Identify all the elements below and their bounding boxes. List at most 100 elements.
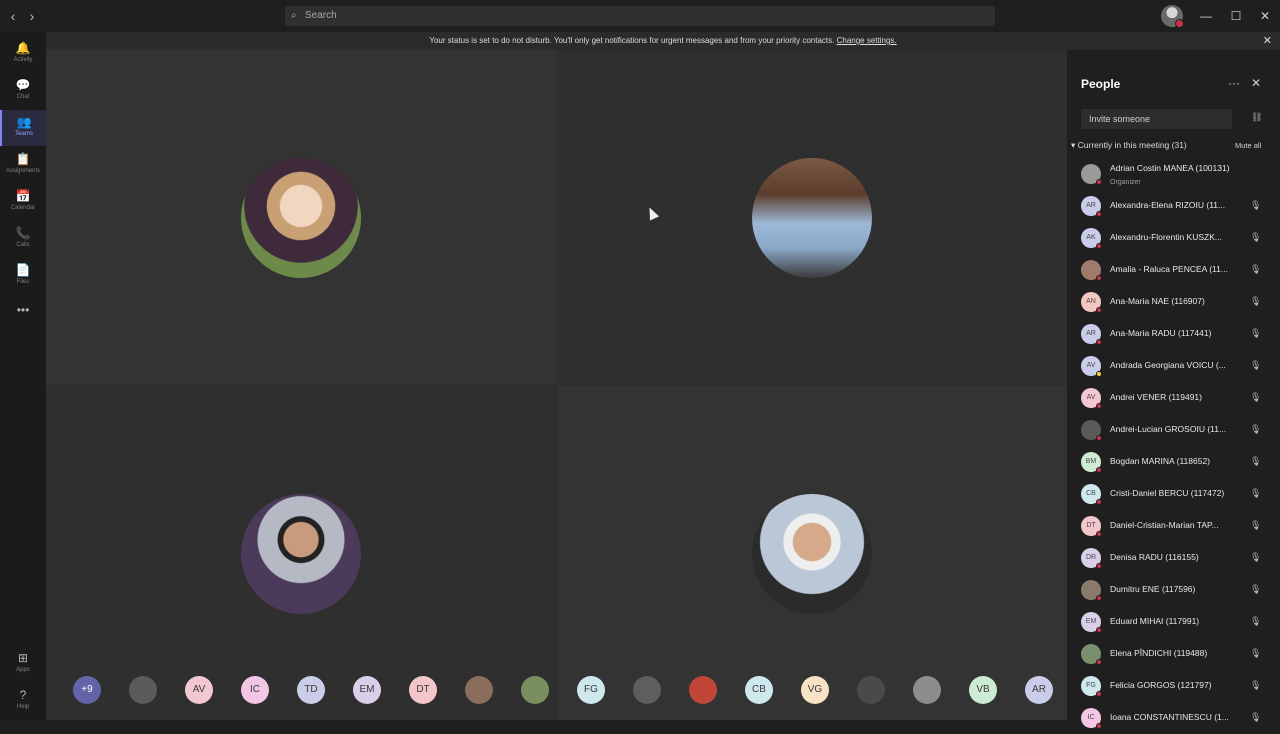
maximize-icon[interactable]: ☐ bbox=[1228, 8, 1244, 24]
rail-item-more[interactable]: ••• bbox=[0, 298, 46, 334]
search-input[interactable]: ⌕ Search bbox=[285, 6, 995, 26]
section-header[interactable]: ▾ Currently in this meeting (31) bbox=[1071, 140, 1187, 151]
rail-item-assignments[interactable]: 📋 Assignments bbox=[0, 147, 46, 183]
panel-close-icon[interactable]: ✕ bbox=[1251, 76, 1261, 90]
mic-muted-icon[interactable]: 🎙 bbox=[1250, 584, 1261, 595]
participant-name: Dumitru ENE (117596) bbox=[1110, 584, 1196, 594]
rail-item-calendar[interactable]: 📅 Calendar bbox=[0, 184, 46, 220]
rail-item-files[interactable]: 📄 Files bbox=[0, 258, 46, 294]
mic-muted-icon[interactable]: 🎙 bbox=[1250, 616, 1261, 627]
mic-muted-icon[interactable]: 🎙 bbox=[1250, 264, 1261, 275]
participant-name: Daniel-Cristian-Marian TAP... bbox=[1110, 520, 1219, 530]
mic-muted-icon[interactable]: 🎙 bbox=[1250, 200, 1261, 211]
participant-row[interactable]: AV Andrada Georgiana VOICU (... 🎙 bbox=[1067, 350, 1280, 382]
video-tile[interactable] bbox=[46, 386, 556, 720]
mic-muted-icon[interactable]: 🎙 bbox=[1250, 648, 1261, 659]
video-tile[interactable] bbox=[557, 50, 1067, 385]
mic-muted-icon[interactable]: 🎙 bbox=[1250, 424, 1261, 435]
participant-row[interactable]: AV Andrei VENER (119491) 🎙 bbox=[1067, 382, 1280, 414]
rail-item-help[interactable]: ? Help bbox=[0, 683, 46, 719]
rail-item-chat[interactable]: 💬 Chat bbox=[0, 73, 46, 109]
participant-chip[interactable]: +9 bbox=[73, 676, 101, 704]
participant-chip[interactable] bbox=[465, 676, 493, 704]
participant-chip[interactable] bbox=[689, 676, 717, 704]
assignments-icon: 📋 bbox=[15, 152, 31, 166]
share-link-icon[interactable]: ⛓ bbox=[1251, 112, 1262, 123]
mic-muted-icon[interactable]: 🎙 bbox=[1250, 520, 1261, 531]
mute-all-button[interactable]: Mute all bbox=[1235, 141, 1261, 150]
participant-row[interactable]: FG Felicia GORGOS (121797) 🎙 bbox=[1067, 670, 1280, 702]
mic-muted-icon[interactable]: 🎙 bbox=[1250, 360, 1261, 371]
status-badge bbox=[1096, 723, 1102, 729]
participant-chip[interactable] bbox=[633, 676, 661, 704]
rail-item-teams[interactable]: 👥 Teams bbox=[0, 110, 46, 146]
more-options-icon[interactable]: ··· bbox=[1228, 76, 1240, 90]
mic-muted-icon[interactable]: 🎙 bbox=[1250, 392, 1261, 403]
participant-chip[interactable]: CB bbox=[745, 676, 773, 704]
participant-row[interactable]: AK Alexandru-Florentin KUSZK... 🎙 bbox=[1067, 222, 1280, 254]
mic-muted-icon[interactable]: 🎙 bbox=[1250, 680, 1261, 691]
participant-row[interactable]: CB Cristi-Daniel BERCU (117472) 🎙 bbox=[1067, 478, 1280, 510]
participant-name: Andrada Georgiana VOICU (... bbox=[1110, 360, 1226, 370]
avatar: EM bbox=[1081, 612, 1102, 633]
participant-chip[interactable] bbox=[913, 676, 941, 704]
change-settings-link[interactable]: Change settings. bbox=[837, 36, 897, 45]
status-badge bbox=[1096, 531, 1102, 537]
participant-row[interactable]: Dumitru ENE (117596) 🎙 bbox=[1067, 574, 1280, 606]
video-tile[interactable] bbox=[46, 50, 556, 385]
participant-row[interactable]: Andrei-Lucian GROSOIU (11... 🎙 bbox=[1067, 414, 1280, 446]
participant-row[interactable]: AN Ana-Maria NAE (116907) 🎙 bbox=[1067, 286, 1280, 318]
participant-chip[interactable]: AR bbox=[1025, 676, 1053, 704]
participant-chip[interactable] bbox=[129, 676, 157, 704]
participant-chip[interactable]: TD bbox=[297, 676, 325, 704]
meeting-stage bbox=[46, 50, 1067, 720]
participant-chip[interactable]: IC bbox=[241, 676, 269, 704]
participant-chip[interactable]: AV bbox=[185, 676, 213, 704]
invite-input[interactable] bbox=[1081, 109, 1232, 129]
participant-row[interactable]: EM Eduard MIHAI (117991) 🎙 bbox=[1067, 606, 1280, 638]
rail-item-activity[interactable]: 🔔 Activity bbox=[0, 36, 46, 72]
mic-muted-icon[interactable]: 🎙 bbox=[1250, 232, 1261, 243]
status-badge bbox=[1096, 179, 1102, 185]
participant-chip[interactable]: FG bbox=[577, 676, 605, 704]
help-icon: ? bbox=[19, 688, 27, 702]
minimize-icon[interactable]: — bbox=[1198, 8, 1214, 24]
participant-row[interactable]: BM Bogdan MARINA (118652) 🎙 bbox=[1067, 446, 1280, 478]
participant-chip[interactable]: VG bbox=[801, 676, 829, 704]
video-tile[interactable] bbox=[557, 386, 1067, 720]
participant-chip[interactable]: DT bbox=[409, 676, 437, 704]
avatar bbox=[1081, 260, 1102, 281]
participant-row[interactable]: IC Ioana CONSTANTINESCU (1... 🎙 bbox=[1067, 702, 1280, 734]
mic-muted-icon[interactable]: 🎙 bbox=[1250, 328, 1261, 339]
mic-muted-icon[interactable]: 🎙 bbox=[1250, 552, 1261, 563]
participant-row[interactable]: DT Daniel-Cristian-Marian TAP... 🎙 bbox=[1067, 510, 1280, 542]
participant-row[interactable]: AR Alexandra-Elena RIZOIU (11... 🎙 bbox=[1067, 190, 1280, 222]
forward-arrow-icon[interactable]: › bbox=[24, 8, 40, 24]
mic-muted-icon[interactable]: 🎙 bbox=[1250, 456, 1261, 467]
participant-chip[interactable] bbox=[857, 676, 885, 704]
profile-avatar[interactable] bbox=[1161, 5, 1184, 28]
participant-row[interactable]: Adrian Costin MANEA (100131) Organizer bbox=[1067, 158, 1280, 190]
back-arrow-icon[interactable]: ‹ bbox=[5, 8, 21, 24]
status-badge bbox=[1096, 563, 1102, 569]
participant-row[interactable]: DR Denisa RADU (116155) 🎙 bbox=[1067, 542, 1280, 574]
close-window-icon[interactable]: ✕ bbox=[1257, 8, 1273, 24]
participant-row[interactable]: AR Ana-Maria RADU (117441) 🎙 bbox=[1067, 318, 1280, 350]
banner-text: Your status is set to do not disturb. Yo… bbox=[429, 36, 835, 45]
participant-name: Andrei VENER (119491) bbox=[1110, 392, 1202, 402]
avatar bbox=[1081, 420, 1102, 441]
mic-muted-icon[interactable]: 🎙 bbox=[1250, 712, 1261, 723]
banner-close-icon[interactable]: ✕ bbox=[1263, 32, 1272, 50]
rail-item-calls[interactable]: 📞 Calls bbox=[0, 221, 46, 257]
participant-chip[interactable]: EM bbox=[353, 676, 381, 704]
rail-item-apps[interactable]: ⊞ Apps bbox=[0, 646, 46, 682]
participant-row[interactable]: Elena PÎNDICHI (119488) 🎙 bbox=[1067, 638, 1280, 670]
participant-chip[interactable]: VB bbox=[969, 676, 997, 704]
participant-name: Felicia GORGOS (121797) bbox=[1110, 680, 1212, 690]
avatar: DR bbox=[1081, 548, 1102, 569]
status-badge bbox=[1096, 307, 1102, 313]
mic-muted-icon[interactable]: 🎙 bbox=[1250, 296, 1261, 307]
participant-row[interactable]: Amalia - Raluca PENCEA (11... 🎙 bbox=[1067, 254, 1280, 286]
participant-chip[interactable] bbox=[521, 676, 549, 704]
mic-muted-icon[interactable]: 🎙 bbox=[1250, 488, 1261, 499]
